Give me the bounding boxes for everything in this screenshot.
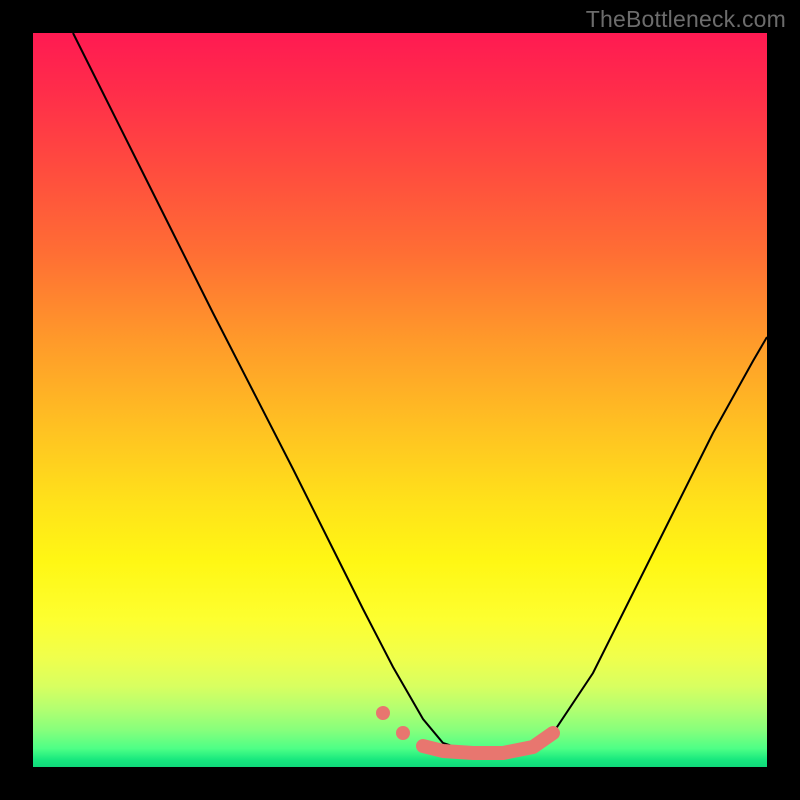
watermark-text: TheBottleneck.com [586,6,786,33]
bottleneck-curve [73,33,767,753]
chart-svg [33,33,767,767]
plot-area [33,33,767,767]
chart-frame: TheBottleneck.com [0,0,800,800]
trough-dot [376,706,390,720]
trough-dot [396,726,410,740]
